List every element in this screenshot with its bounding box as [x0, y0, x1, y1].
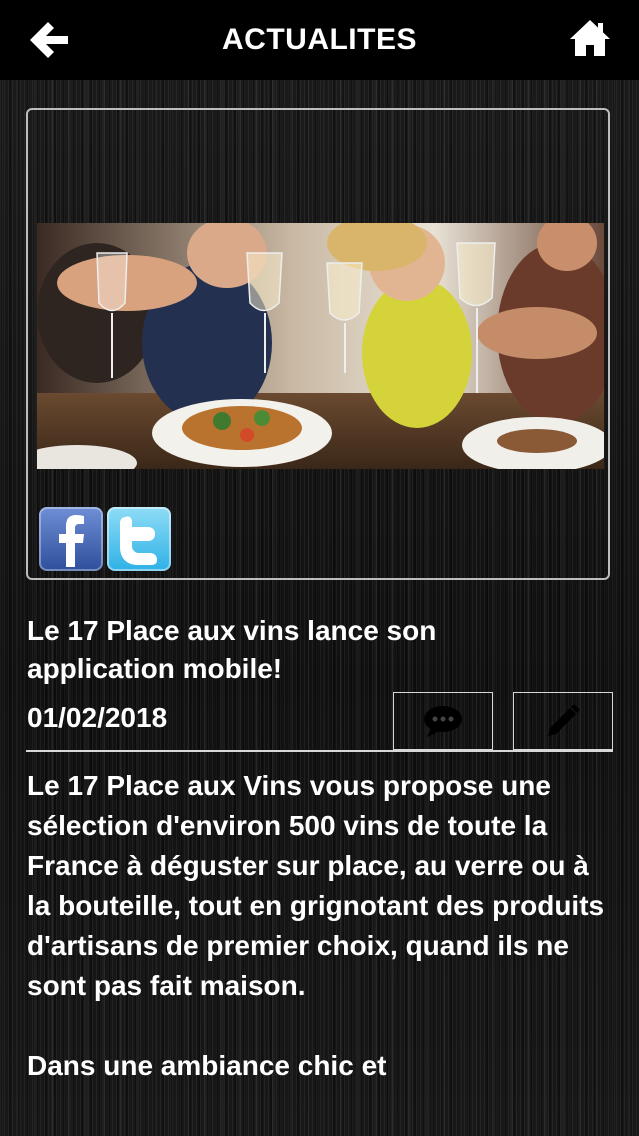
facebook-icon — [59, 515, 84, 567]
back-button[interactable] — [24, 16, 74, 64]
article-photo — [37, 223, 604, 469]
page-title: ACTUALITES — [222, 23, 417, 56]
article-body: Le 17 Place aux Vins vous propose une sé… — [27, 770, 605, 1081]
article-card — [26, 108, 610, 580]
top-bar: ACTUALITES — [0, 0, 639, 80]
twitter-share-button[interactable] — [107, 507, 171, 571]
article-date: 01/02/2018 — [27, 702, 168, 733]
pencil-icon — [548, 704, 580, 736]
comment-icon — [424, 706, 462, 737]
twitter-icon — [120, 516, 157, 565]
facebook-share-button[interactable] — [39, 507, 103, 571]
comment-button[interactable] — [393, 692, 493, 750]
edit-button[interactable] — [513, 692, 613, 750]
home-button[interactable] — [565, 14, 615, 64]
article-headline: Le 17 Place aux vins lance son applicati… — [27, 615, 437, 684]
divider — [26, 750, 613, 752]
home-icon — [570, 20, 610, 56]
arrow-left-icon — [30, 22, 68, 58]
